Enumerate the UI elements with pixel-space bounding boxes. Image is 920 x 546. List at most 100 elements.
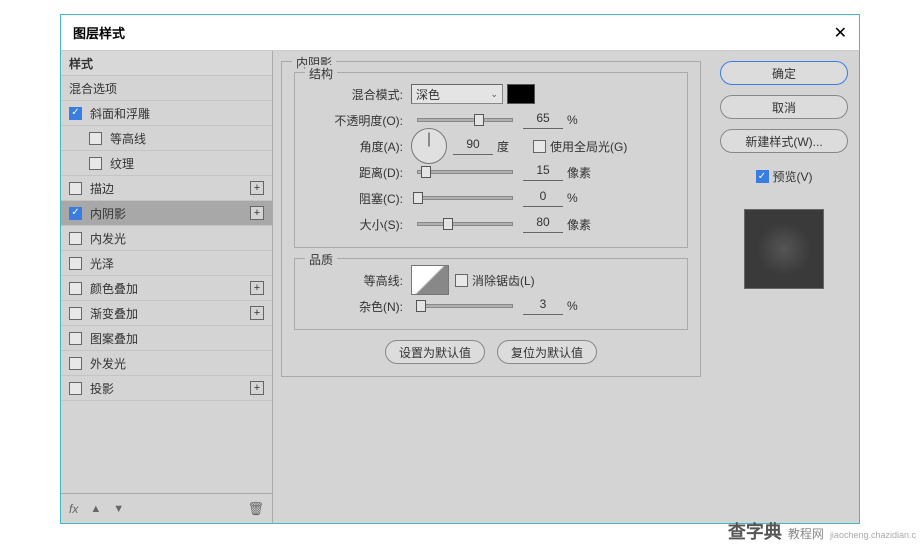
blending-options-row[interactable]: 混合选项	[61, 76, 272, 101]
antialias-label: 消除锯齿(L)	[472, 272, 535, 289]
style-item[interactable]: 斜面和浮雕	[61, 101, 272, 126]
preview-thumbnail	[744, 209, 824, 289]
style-item-label: 光泽	[90, 255, 114, 272]
styles-header[interactable]: 样式	[61, 51, 272, 76]
style-checkbox[interactable]	[69, 107, 82, 120]
style-checkbox[interactable]	[69, 332, 82, 345]
style-checkbox[interactable]	[89, 157, 102, 170]
noise-slider[interactable]	[417, 304, 513, 308]
blend-mode-label: 混合模式:	[303, 86, 403, 103]
distance-label: 距离(D):	[303, 164, 403, 181]
style-checkbox[interactable]	[69, 307, 82, 320]
style-item[interactable]: 光泽	[61, 251, 272, 276]
style-item[interactable]: 投影 +	[61, 376, 272, 401]
styles-footer: fx ▲ ▼ 🗑	[61, 493, 272, 523]
opacity-value[interactable]: 65	[523, 111, 563, 129]
distance-row: 距离(D): 15 像素	[303, 159, 679, 185]
style-item[interactable]: 外发光	[61, 351, 272, 376]
effect-settings-panel: 内阴影 结构 混合模式: 深色 ⌄ 不透明度(O): 65	[273, 51, 709, 523]
style-item[interactable]: 图案叠加	[61, 326, 272, 351]
styles-list-panel: 样式 混合选项 斜面和浮雕等高线纹理描边+ 内阴影 + 内发光光泽颜色叠加 + 渐变叠加 +…	[61, 51, 273, 523]
add-effect-icon[interactable]: +	[250, 381, 264, 395]
size-slider[interactable]	[417, 222, 513, 226]
reset-default-button[interactable]: 复位为默认值	[497, 340, 597, 364]
quality-legend: 品质	[305, 251, 337, 268]
distance-value[interactable]: 15	[523, 163, 563, 181]
blend-mode-select[interactable]: 深色 ⌄	[411, 84, 503, 104]
style-item[interactable]: 等高线	[61, 126, 272, 151]
angle-dial[interactable]	[411, 128, 447, 164]
add-effect-icon[interactable]: +	[250, 181, 264, 195]
style-item[interactable]: 颜色叠加 +	[61, 276, 272, 301]
opacity-unit: %	[567, 113, 603, 127]
cancel-button[interactable]: 取消	[720, 95, 848, 119]
style-item[interactable]: 渐变叠加 +	[61, 301, 272, 326]
styles-list: 样式 混合选项 斜面和浮雕等高线纹理描边+ 内阴影 + 内发光光泽颜色叠加 + 渐变叠加 +…	[61, 51, 272, 493]
style-checkbox[interactable]	[69, 182, 82, 195]
global-light-checkbox[interactable]	[533, 140, 546, 153]
titlebar: 图层样式 ✕	[61, 15, 859, 51]
style-item[interactable]: 内阴影 +	[61, 201, 272, 226]
size-unit: 像素	[567, 216, 603, 233]
move-up-icon[interactable]: ▲	[90, 503, 101, 515]
style-item[interactable]: 描边+	[61, 176, 272, 201]
ok-button[interactable]: 确定	[720, 61, 848, 85]
preview-checkbox[interactable]	[756, 170, 769, 183]
opacity-row: 不透明度(O): 65 %	[303, 107, 679, 133]
style-item-label: 投影	[90, 380, 114, 397]
add-effect-icon[interactable]: +	[250, 206, 264, 220]
angle-value[interactable]: 90	[453, 137, 493, 155]
blend-mode-value: 深色	[416, 86, 440, 103]
style-item-label: 渐变叠加	[90, 305, 138, 322]
style-checkbox[interactable]	[69, 357, 82, 370]
chevron-down-icon: ⌄	[490, 89, 498, 100]
watermark: 查字典 教程网 jiaocheng.chazidian.c	[728, 518, 916, 544]
style-item[interactable]: 纹理	[61, 151, 272, 176]
angle-label: 角度(A):	[303, 138, 403, 155]
new-style-button[interactable]: 新建样式(W)...	[720, 129, 848, 153]
style-checkbox[interactable]	[69, 207, 82, 220]
style-item-label: 内阴影	[90, 205, 126, 222]
choke-value[interactable]: 0	[523, 189, 563, 207]
set-default-button[interactable]: 设置为默认值	[385, 340, 485, 364]
choke-label: 阻塞(C):	[303, 190, 403, 207]
contour-label: 等高线:	[303, 272, 403, 289]
structure-legend: 结构	[305, 65, 337, 82]
style-checkbox[interactable]	[69, 382, 82, 395]
style-item-label: 颜色叠加	[90, 280, 138, 297]
shadow-color-swatch[interactable]	[507, 84, 535, 104]
style-item-label: 等高线	[110, 130, 146, 147]
style-checkbox[interactable]	[69, 257, 82, 270]
inner-shadow-group: 内阴影 结构 混合模式: 深色 ⌄ 不透明度(O): 65	[281, 61, 701, 377]
fx-menu-icon[interactable]: fx	[69, 502, 78, 516]
noise-value[interactable]: 3	[523, 297, 563, 315]
antialias-checkbox[interactable]	[455, 274, 468, 287]
style-checkbox[interactable]	[89, 132, 102, 145]
size-value[interactable]: 80	[523, 215, 563, 233]
style-checkbox[interactable]	[69, 282, 82, 295]
distance-slider[interactable]	[417, 170, 513, 174]
style-item-label: 内发光	[90, 230, 126, 247]
global-light-label: 使用全局光(G)	[550, 138, 627, 155]
add-effect-icon[interactable]: +	[250, 306, 264, 320]
style-item-label: 图案叠加	[90, 330, 138, 347]
watermark-brand: 查字典	[728, 518, 782, 544]
contour-picker[interactable]	[411, 265, 449, 295]
style-item[interactable]: 内发光	[61, 226, 272, 251]
choke-slider[interactable]	[417, 196, 513, 200]
opacity-label: 不透明度(O):	[303, 112, 403, 129]
close-icon[interactable]: ✕	[834, 23, 847, 43]
style-checkbox[interactable]	[69, 232, 82, 245]
style-item-label: 斜面和浮雕	[90, 105, 150, 122]
dialog-body: 样式 混合选项 斜面和浮雕等高线纹理描边+ 内阴影 + 内发光光泽颜色叠加 + 渐变叠加 +…	[61, 51, 859, 523]
add-effect-icon[interactable]: +	[250, 281, 264, 295]
opacity-slider[interactable]	[417, 118, 513, 122]
angle-row: 角度(A): 90 度 使用全局光(G)	[303, 133, 679, 159]
noise-unit: %	[567, 299, 603, 313]
angle-unit: 度	[497, 138, 533, 155]
structure-group: 结构 混合模式: 深色 ⌄ 不透明度(O): 65 %	[294, 72, 688, 248]
default-buttons-row: 设置为默认值 复位为默认值	[290, 340, 692, 364]
trash-icon[interactable]: 🗑	[247, 501, 264, 517]
move-down-icon[interactable]: ▼	[113, 503, 124, 515]
size-label: 大小(S):	[303, 216, 403, 233]
